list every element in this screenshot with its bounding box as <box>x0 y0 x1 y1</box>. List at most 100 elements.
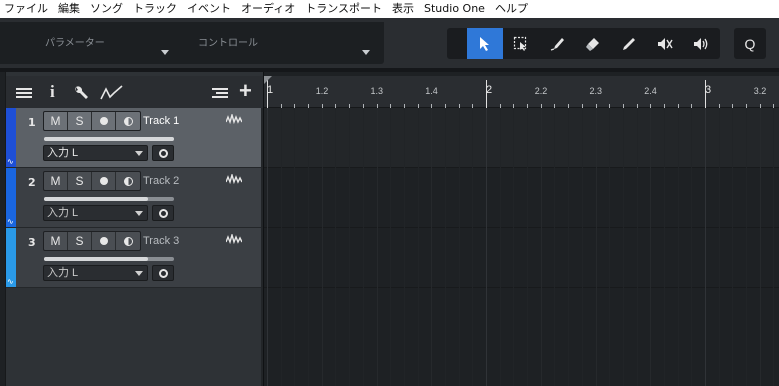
arrange-view[interactable]: 1 1.2 1.3 1.4 2 2.2 2.3 2.4 3 3.2 <box>263 72 779 386</box>
menu-file[interactable]: ファイル <box>0 0 53 18</box>
input-select[interactable]: 入力 L <box>43 205 148 221</box>
pencil-icon <box>623 37 635 50</box>
monitor-icon <box>123 176 133 186</box>
record-button[interactable] <box>92 112 116 130</box>
track-lane-1[interactable] <box>264 108 779 168</box>
eraser-tool-button[interactable] <box>575 28 611 59</box>
ruler-label: 1.3 <box>370 86 384 96</box>
monitor-toggle-button[interactable] <box>116 112 140 130</box>
circle-icon <box>158 268 168 278</box>
menu-studio-one[interactable]: Studio One <box>419 0 490 18</box>
volume-fader[interactable] <box>44 197 174 201</box>
audio-wave-icon: ∿ <box>7 157 14 166</box>
track-row-2[interactable]: ∿ 2 M S Track 2 入力 L <box>6 168 264 228</box>
track-lane-3[interactable] <box>264 228 779 288</box>
chevron-down-icon <box>135 271 143 276</box>
parameter-label: パラメーター <box>45 38 105 49</box>
input-select-value: 入力 L <box>47 207 79 219</box>
menu-help[interactable]: ヘルプ <box>490 0 533 18</box>
grid-line <box>568 108 569 386</box>
menu-audio[interactable]: オーディオ <box>236 0 300 18</box>
track-row-3[interactable]: ∿ 3 M S Track 3 入力 L <box>6 228 264 288</box>
list-icon[interactable] <box>16 85 33 104</box>
track-name[interactable]: Track 2 <box>143 175 179 187</box>
grid-line <box>267 108 268 386</box>
input-monitor-button[interactable] <box>152 265 174 281</box>
grid-line <box>691 108 692 386</box>
split-icon <box>550 37 564 51</box>
control-label: コントロール <box>198 38 258 49</box>
input-select[interactable]: 入力 L <box>43 145 148 161</box>
input-select[interactable]: 入力 L <box>43 265 148 281</box>
track-name[interactable]: Track 1 <box>143 115 179 127</box>
record-button[interactable] <box>92 232 116 250</box>
record-icon <box>99 177 108 185</box>
wrench-icon[interactable] <box>73 85 89 105</box>
mute-icon <box>658 37 673 50</box>
parameter-dropdown-arrow[interactable] <box>161 50 169 55</box>
listen-tool-button[interactable] <box>683 28 719 59</box>
track-name[interactable]: Track 3 <box>143 235 179 247</box>
menu-song[interactable]: ソング <box>85 0 128 18</box>
grid-line <box>582 108 583 386</box>
track-lane-2[interactable] <box>264 168 779 228</box>
control-dropdown-arrow[interactable] <box>362 50 370 55</box>
waveform-icon <box>225 112 243 127</box>
grid-line <box>541 108 542 386</box>
monitor-toggle-button[interactable] <box>116 232 140 250</box>
grid-line <box>650 108 651 386</box>
range-tool-button[interactable] <box>503 28 539 59</box>
audio-wave-icon: ∿ <box>7 277 14 286</box>
grid-line <box>308 108 309 386</box>
split-tool-button[interactable] <box>539 28 575 59</box>
grid-line <box>377 108 378 386</box>
ruler-label: 1.2 <box>315 86 329 96</box>
chevron-down-icon <box>135 211 143 216</box>
track-row-1[interactable]: ∿ 1 M S Track 1 入力 L <box>6 108 264 168</box>
solo-button[interactable]: S <box>68 232 92 250</box>
track-number: 2 <box>28 176 36 189</box>
menu-track[interactable]: トラック <box>128 0 182 18</box>
speaker-icon <box>694 37 708 50</box>
eraser-icon <box>586 37 599 51</box>
ruler-label: 2.4 <box>644 86 657 96</box>
solo-button[interactable]: S <box>68 112 92 130</box>
mute-tool-button[interactable] <box>647 28 683 59</box>
quantize-button[interactable]: Q <box>734 28 766 59</box>
mute-button[interactable]: M <box>44 172 68 190</box>
loop-start-marker[interactable] <box>264 76 272 84</box>
arrow-tool-button[interactable] <box>467 28 503 59</box>
timeline-ruler[interactable]: 1 1.2 1.3 1.4 2 2.2 2.3 2.4 3 3.2 <box>264 76 779 108</box>
volume-fader[interactable] <box>44 137 174 141</box>
automation-icon[interactable] <box>100 85 124 105</box>
grid-line <box>500 108 501 386</box>
track-buttons: M S <box>43 111 141 131</box>
add-track-icon[interactable]: + <box>239 78 252 104</box>
volume-fader[interactable] <box>44 257 174 261</box>
mute-button[interactable]: M <box>44 112 68 130</box>
input-monitor-button[interactable] <box>152 145 174 161</box>
waveform-icon <box>225 172 243 187</box>
paint-tool-button[interactable] <box>611 28 647 59</box>
menu-edit[interactable]: 編集 <box>53 0 85 18</box>
mute-button[interactable]: M <box>44 232 68 250</box>
tracklist-icon[interactable] <box>212 85 230 104</box>
solo-button[interactable]: S <box>68 172 92 190</box>
menu-event[interactable]: イベント <box>182 0 236 18</box>
ruler-label: 2.3 <box>589 86 603 96</box>
track-buttons: M S <box>43 231 141 251</box>
grid-line <box>472 108 473 386</box>
input-monitor-button[interactable] <box>152 205 174 221</box>
ruler-label: 2.2 <box>534 86 548 96</box>
quantize-label: Q <box>744 35 756 52</box>
record-button[interactable] <box>92 172 116 190</box>
grid-line <box>281 108 282 386</box>
ruler-tick <box>486 80 487 108</box>
track-number: 3 <box>28 236 36 249</box>
monitor-toggle-button[interactable] <box>116 172 140 190</box>
info-icon[interactable]: i <box>50 82 55 102</box>
menu-transport[interactable]: トランスポート <box>300 0 387 18</box>
menu-view[interactable]: 表示 <box>387 0 419 18</box>
grid-line <box>335 108 336 386</box>
grid-line <box>404 108 405 386</box>
